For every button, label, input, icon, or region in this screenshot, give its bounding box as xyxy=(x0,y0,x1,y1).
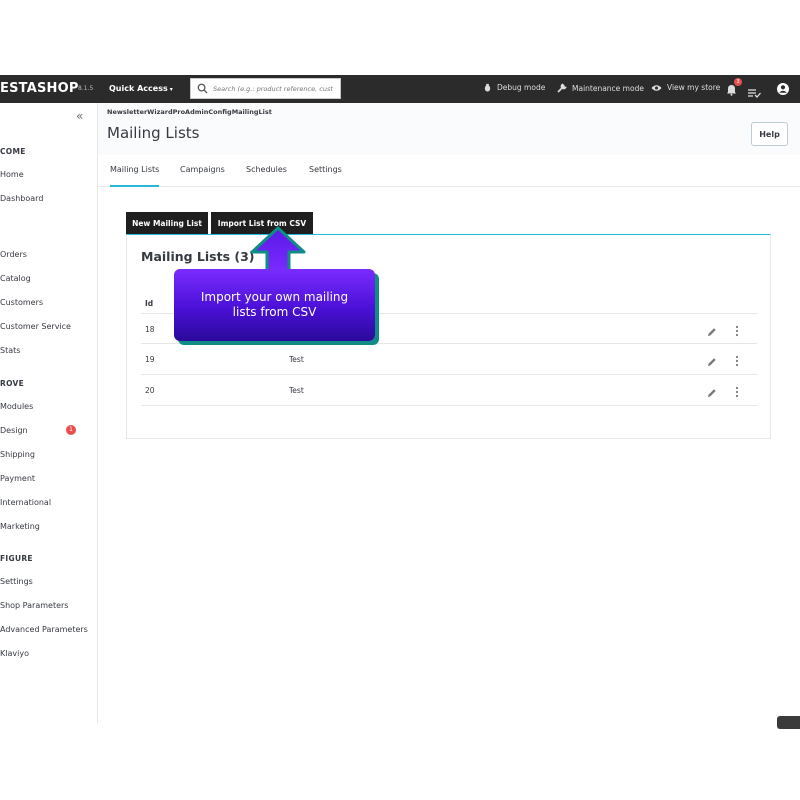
row-id: 20 xyxy=(145,386,155,395)
more-options-icon[interactable] xyxy=(735,383,739,402)
sidebar: « COME Home Dashboard Orders Catalog Cus… xyxy=(0,103,98,723)
tab-settings[interactable]: Settings xyxy=(309,165,342,174)
help-widget-icon[interactable] xyxy=(777,716,800,729)
sidebar-item-advanced-parameters[interactable]: Advanced Parameters xyxy=(0,625,88,634)
search-box[interactable] xyxy=(190,78,341,99)
pencil-icon[interactable] xyxy=(707,352,717,371)
debug-mode-link[interactable]: Debug mode xyxy=(483,83,545,92)
version-label: 8.1.5 xyxy=(78,85,94,92)
more-options-icon[interactable] xyxy=(735,322,739,341)
table-row[interactable]: 19 Test xyxy=(141,344,757,375)
page-title: Mailing Lists xyxy=(107,124,200,142)
row-id: 19 xyxy=(145,355,155,364)
sidebar-item-stats[interactable]: Stats xyxy=(0,346,20,355)
list-check-icon xyxy=(748,89,761,98)
design-badge: 1 xyxy=(66,425,76,435)
sidebar-item-shop-parameters[interactable]: Shop Parameters xyxy=(0,601,68,610)
sidebar-item-marketing[interactable]: Marketing xyxy=(0,522,40,531)
sidebar-item-klaviyo[interactable]: Klaviyo xyxy=(0,649,29,658)
sidebar-item-dashboard[interactable]: Dashboard xyxy=(0,194,43,203)
page-header: NewsletterWizardProAdminConfigMailingLis… xyxy=(98,103,800,155)
panel-title: Mailing Lists (3) xyxy=(141,249,255,264)
screen: ESTASHOP 8.1.5 Quick Access▾ Debug mode … xyxy=(0,0,800,800)
up-arrow-icon xyxy=(250,226,306,274)
sidebar-item-customer-service[interactable]: Customer Service xyxy=(0,322,71,331)
sidebar-section-improve: ROVE xyxy=(0,379,25,388)
sidebar-item-shipping[interactable]: Shipping xyxy=(0,450,35,459)
quick-access-label: Quick Access xyxy=(109,84,168,93)
sidebar-item-customers[interactable]: Customers xyxy=(0,298,43,307)
debug-mode-label: Debug mode xyxy=(497,83,546,92)
sidebar-section-welcome: COME xyxy=(0,147,26,156)
view-store-label: View my store xyxy=(667,83,721,92)
notifications-button[interactable]: 3 xyxy=(726,78,742,100)
search-icon xyxy=(197,83,208,94)
column-header-id[interactable]: Id xyxy=(145,299,153,308)
more-options-icon[interactable] xyxy=(735,352,739,371)
sidebar-item-payment[interactable]: Payment xyxy=(0,474,35,483)
pencil-icon[interactable] xyxy=(707,383,717,402)
sidebar-item-catalog[interactable]: Catalog xyxy=(0,274,31,283)
sidebar-item-home[interactable]: Home xyxy=(0,170,24,179)
maintenance-mode-link[interactable]: Maintenance mode xyxy=(557,83,644,93)
tab-campaigns[interactable]: Campaigns xyxy=(180,165,225,174)
help-button[interactable]: Help xyxy=(751,122,788,146)
brand-logo[interactable]: ESTASHOP xyxy=(0,81,79,96)
sidebar-item-design[interactable]: Design xyxy=(0,426,28,435)
wrench-icon xyxy=(557,83,567,93)
row-name: Test xyxy=(289,386,304,395)
bug-icon xyxy=(484,83,491,92)
view-store-link[interactable]: View my store xyxy=(651,83,720,92)
chevron-down-icon: ▾ xyxy=(169,86,173,93)
breadcrumb[interactable]: NewsletterWizardProAdminConfigMailingLis… xyxy=(107,108,272,116)
menu-list-button[interactable] xyxy=(748,83,761,102)
notification-badge: 3 xyxy=(734,78,742,86)
top-bar: ESTASHOP 8.1.5 Quick Access▾ Debug mode … xyxy=(0,75,800,103)
row-id: 18 xyxy=(145,325,155,334)
table-row[interactable]: 20 Test xyxy=(141,375,757,406)
sidebar-item-orders[interactable]: Orders xyxy=(0,250,27,259)
maintenance-mode-label: Maintenance mode xyxy=(572,83,644,93)
callout-text: Import your own mailing lists from CSV xyxy=(200,290,349,319)
sidebar-section-configure: FIGURE xyxy=(0,554,33,563)
sidebar-item-modules[interactable]: Modules xyxy=(0,402,33,411)
tab-bar: Mailing Lists Campaigns Schedules Settin… xyxy=(98,155,800,187)
tab-schedules[interactable]: Schedules xyxy=(246,165,287,174)
tab-mailing-lists[interactable]: Mailing Lists xyxy=(110,165,160,187)
eye-icon xyxy=(651,84,662,91)
row-name: Test xyxy=(289,355,304,364)
sidebar-item-international[interactable]: International xyxy=(0,498,51,507)
collapse-sidebar-button[interactable]: « xyxy=(76,109,83,123)
sidebar-item-settings[interactable]: Settings xyxy=(0,577,33,586)
search-input[interactable] xyxy=(213,84,333,93)
quick-access-menu[interactable]: Quick Access ▾ xyxy=(109,84,173,93)
user-icon xyxy=(777,83,789,95)
tooltip-callout: Import your own mailing lists from CSV xyxy=(174,269,375,341)
new-mailing-list-button[interactable]: New Mailing List xyxy=(126,212,208,234)
pencil-icon[interactable] xyxy=(707,322,717,341)
bell-icon xyxy=(727,85,736,96)
account-button[interactable] xyxy=(776,81,790,100)
